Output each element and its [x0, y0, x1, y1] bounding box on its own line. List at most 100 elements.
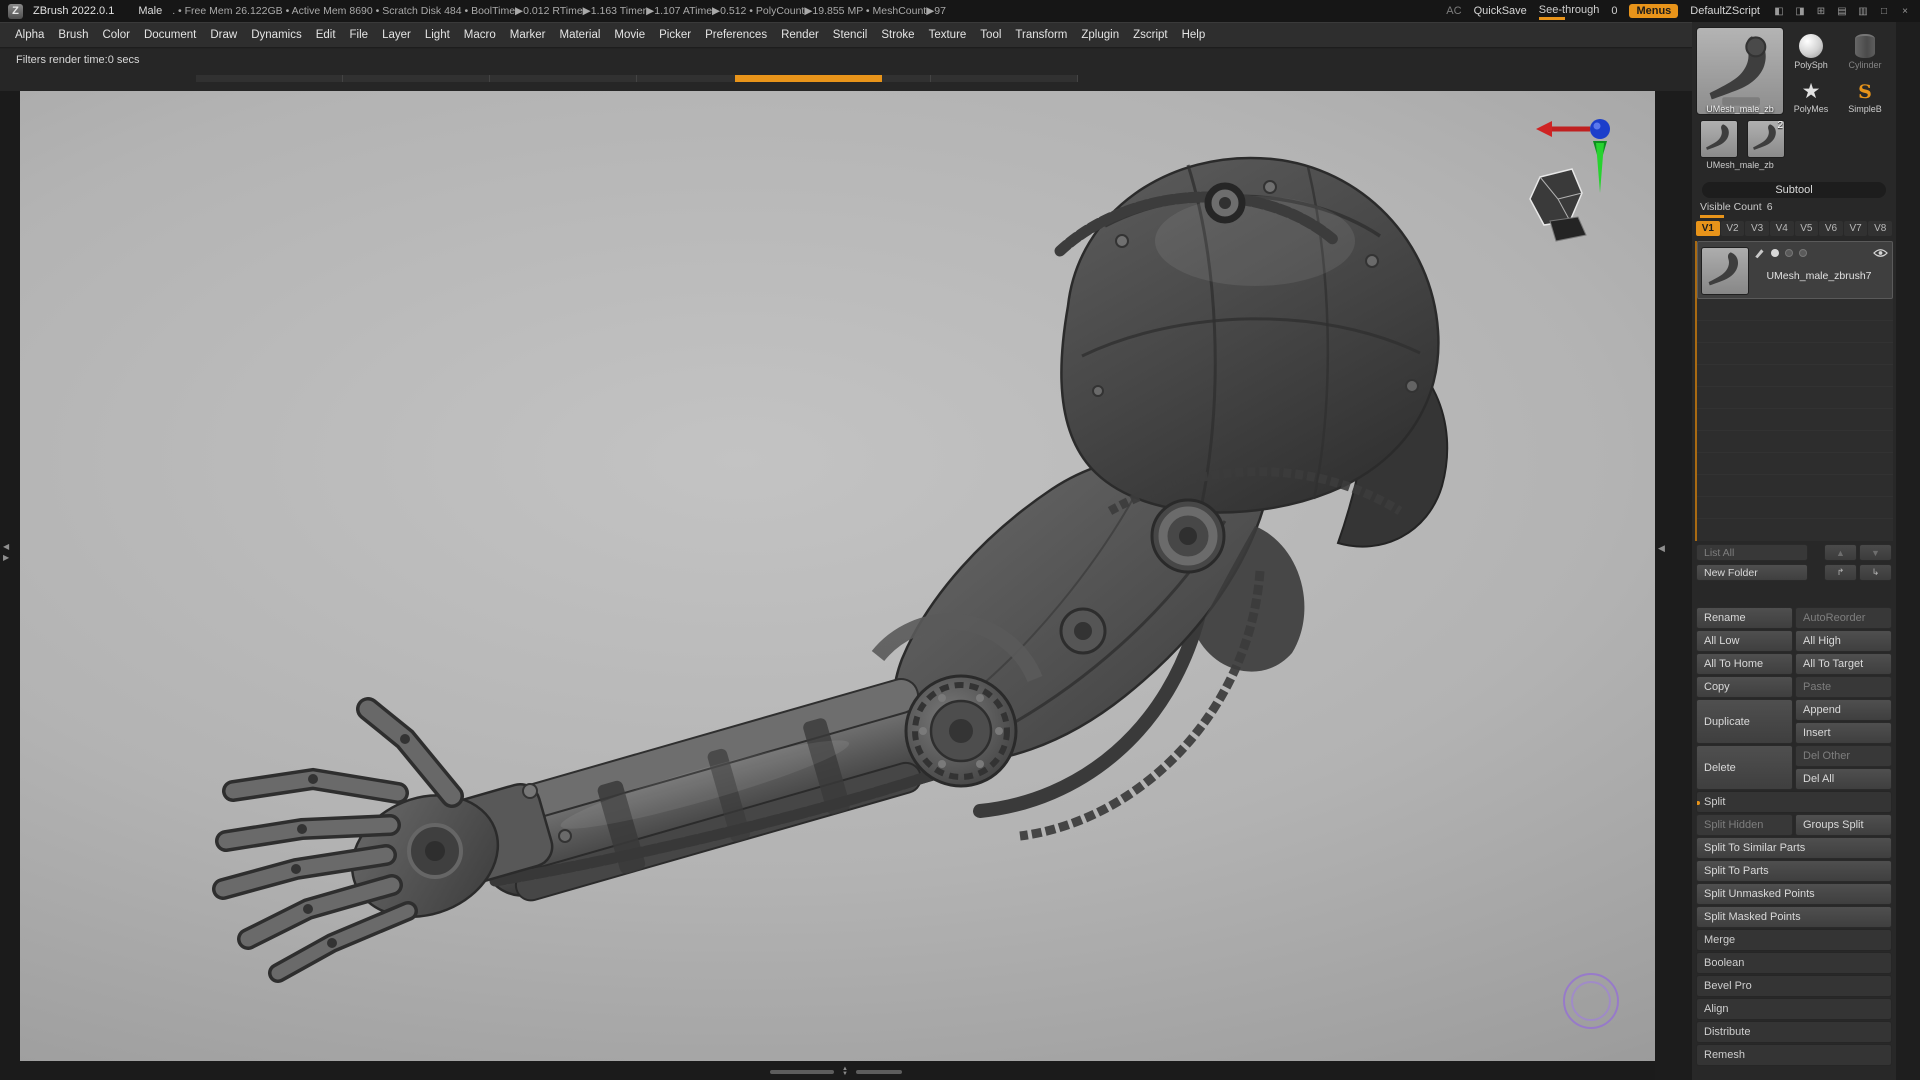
move-out-of-folder-button[interactable]: ↳ [1859, 564, 1892, 581]
timeline-track[interactable] [196, 75, 1078, 82]
bottom-scroll-arrows[interactable]: ▲ ▼ [842, 1066, 848, 1077]
menu-item-texture[interactable]: Texture [922, 29, 974, 41]
layout-grid-icon[interactable]: ▤ [1835, 4, 1849, 18]
delete-button[interactable]: Delete [1696, 745, 1793, 790]
split-to-parts-button[interactable]: Split To Parts [1696, 860, 1892, 882]
close-left-tray-icon[interactable]: ▶ [3, 554, 9, 562]
timeline-active-segment[interactable] [735, 75, 882, 82]
all-to-target-button[interactable]: All To Target [1795, 653, 1892, 675]
bottom-scrollbar-left[interactable] [770, 1070, 834, 1074]
polypaint-brush-icon[interactable] [1753, 247, 1765, 259]
uv-toggle-icon[interactable] [1799, 249, 1807, 257]
quicksave-button[interactable]: QuickSave [1474, 5, 1527, 17]
collapse-right-tray-icon[interactable]: ◨ [1793, 4, 1807, 18]
paste-button[interactable]: Paste [1795, 676, 1892, 698]
bottom-scroll-handles[interactable]: ▲ ▼ [770, 1066, 902, 1077]
menu-item-macro[interactable]: Macro [457, 29, 503, 41]
menu-item-brush[interactable]: Brush [51, 29, 95, 41]
tab-v6[interactable]: V6 [1819, 221, 1843, 236]
recent-tool-thumbnail[interactable] [1700, 120, 1738, 158]
menu-item-transform[interactable]: Transform [1008, 29, 1074, 41]
tab-v7[interactable]: V7 [1843, 221, 1868, 236]
subtool-item-row[interactable]: UMesh_male_zbrush7 [1697, 241, 1893, 299]
align-section-header[interactable]: Align [1696, 998, 1892, 1020]
collapse-left-tray-icon[interactable]: ◧ [1772, 4, 1786, 18]
document-viewport[interactable] [20, 91, 1655, 1061]
del-other-button[interactable]: Del Other [1795, 745, 1892, 767]
list-all-button[interactable]: List All [1696, 544, 1808, 561]
menu-item-tool[interactable]: Tool [973, 29, 1008, 41]
tool-polymesh[interactable]: ★ PolyMes [1786, 70, 1836, 114]
polypaint-fill-icon[interactable] [1785, 249, 1793, 257]
move-into-folder-button[interactable]: ↱ [1824, 564, 1857, 581]
visibility-eye-icon[interactable] [1873, 248, 1888, 258]
boolean-section-header[interactable]: Boolean [1696, 952, 1892, 974]
all-high-button[interactable]: All High [1795, 630, 1892, 652]
rename-button[interactable]: Rename [1696, 607, 1793, 629]
window-close-icon[interactable]: × [1898, 4, 1912, 18]
duplicate-button[interactable]: Duplicate [1696, 699, 1793, 744]
right-tray-divider[interactable]: ◀ [1655, 91, 1692, 1080]
bottom-scrollbar-right[interactable] [855, 1070, 902, 1074]
menu-item-dynamics[interactable]: Dynamics [244, 29, 308, 41]
tool-polysphere[interactable]: PolySph [1786, 26, 1836, 70]
menu-item-zplugin[interactable]: Zplugin [1074, 29, 1126, 41]
copy-button[interactable]: Copy [1696, 676, 1793, 698]
add-palette-icon[interactable]: ⊞ [1814, 4, 1828, 18]
menu-item-color[interactable]: Color [95, 29, 136, 41]
tab-v1[interactable]: V1 [1696, 221, 1720, 236]
menu-item-zscript[interactable]: Zscript [1126, 29, 1175, 41]
split-section-header[interactable]: Split [1696, 791, 1892, 813]
tool-simplebrush[interactable]: S SimpleB [1840, 70, 1890, 114]
visible-count-slider[interactable] [1700, 215, 1724, 218]
split-unmasked-points-button[interactable]: Split Unmasked Points [1696, 883, 1892, 905]
menu-item-layer[interactable]: Layer [375, 29, 418, 41]
all-to-home-button[interactable]: All To Home [1696, 653, 1793, 675]
menu-item-render[interactable]: Render [774, 29, 826, 41]
menu-item-edit[interactable]: Edit [309, 29, 343, 41]
menu-item-alpha[interactable]: Alpha [8, 29, 51, 41]
move-subtool-up-button[interactable]: ▲ [1824, 544, 1857, 561]
subtool-list-empty-area[interactable] [1697, 299, 1893, 537]
menu-item-draw[interactable]: Draw [203, 29, 244, 41]
tool-preview-thumbnail[interactable] [1518, 157, 1596, 253]
tab-v3[interactable]: V3 [1745, 221, 1769, 236]
append-button[interactable]: Append [1795, 699, 1892, 721]
subtool-palette-header[interactable]: Subtool [1702, 182, 1886, 198]
current-tool-thumbnail[interactable]: UMesh_male_zb [1696, 27, 1784, 115]
insert-button[interactable]: Insert [1795, 722, 1892, 744]
remesh-section-header[interactable]: Remesh [1696, 1044, 1892, 1066]
bevel-pro-section-header[interactable]: Bevel Pro [1696, 975, 1892, 997]
default-zscript-button[interactable]: DefaultZScript [1690, 5, 1760, 17]
polypaint-color-icon[interactable] [1771, 249, 1779, 257]
merge-section-header[interactable]: Merge [1696, 929, 1892, 951]
subtool-item-thumbnail[interactable] [1701, 247, 1749, 295]
menus-button[interactable]: Menus [1629, 4, 1679, 18]
menu-item-stencil[interactable]: Stencil [826, 29, 875, 41]
window-maximize-icon[interactable]: □ [1877, 4, 1891, 18]
menu-item-document[interactable]: Document [137, 29, 203, 41]
layout-columns-icon[interactable]: ▥ [1856, 4, 1870, 18]
menu-item-help[interactable]: Help [1175, 29, 1213, 41]
all-low-button[interactable]: All Low [1696, 630, 1793, 652]
distribute-section-header[interactable]: Distribute [1696, 1021, 1892, 1043]
recent-tool-thumbnail-2[interactable]: 2 [1747, 120, 1785, 158]
split-to-similar-parts-button[interactable]: Split To Similar Parts [1696, 837, 1892, 859]
new-folder-button[interactable]: New Folder [1696, 564, 1808, 581]
groups-split-button[interactable]: Groups Split [1795, 814, 1892, 836]
see-through-slider[interactable]: See-through [1538, 4, 1599, 20]
open-left-tray-icon[interactable]: ◀ [3, 543, 9, 551]
menu-item-light[interactable]: Light [418, 29, 457, 41]
tab-v2[interactable]: V2 [1720, 221, 1745, 236]
menu-item-file[interactable]: File [343, 29, 376, 41]
move-subtool-down-button[interactable]: ▼ [1859, 544, 1892, 561]
menu-item-preferences[interactable]: Preferences [698, 29, 774, 41]
del-all-button[interactable]: Del All [1795, 768, 1892, 790]
split-hidden-button[interactable]: Split Hidden [1696, 814, 1793, 836]
menu-item-stroke[interactable]: Stroke [874, 29, 921, 41]
collapse-right-tray-arrow-icon[interactable]: ◀ [1658, 543, 1665, 554]
menu-item-picker[interactable]: Picker [652, 29, 698, 41]
menu-item-material[interactable]: Material [553, 29, 608, 41]
left-tray-divider[interactable]: ◀ ▶ [3, 543, 9, 562]
autoreorder-button[interactable]: AutoReorder [1795, 607, 1892, 629]
